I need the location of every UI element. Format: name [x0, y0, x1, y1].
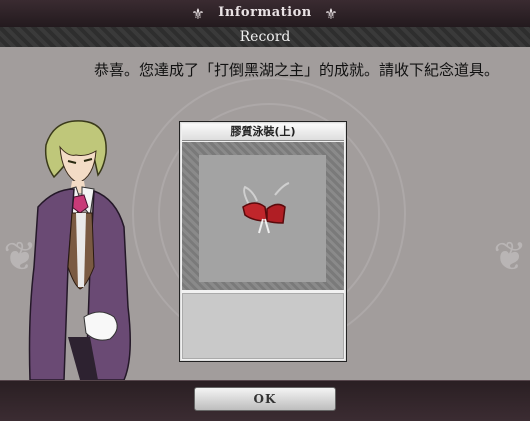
swimsuit-top-icon — [242, 182, 290, 234]
section-header: Record — [0, 27, 530, 48]
ok-button-label: OK — [253, 392, 277, 406]
item-image — [199, 155, 326, 282]
achievement-message: 恭喜。您達成了「打倒黑湖之主」的成就。請收下紀念道具。 — [94, 61, 500, 79]
content-panel: ❦ ❦ 恭喜。您達成了「打倒黑湖之主」的成就。請收下紀念道具。 膠質泳裝(上) — [0, 47, 530, 380]
title-bar: ⚜ Information ⚜ — [0, 0, 530, 28]
information-window: ⚜ Information ⚜ Record ❦ ❦ 恭喜。您達成了「打倒黑湖之… — [0, 0, 530, 421]
window-title: Information — [218, 5, 312, 20]
section-title: Record — [239, 29, 291, 45]
item-name: 膠質泳裝(上) — [182, 124, 344, 141]
reward-card: 膠質泳裝(上) — [179, 121, 347, 362]
ok-button[interactable]: OK — [194, 387, 336, 411]
character-portrait — [28, 120, 131, 380]
right-ornament-icon: ⚜ — [324, 5, 338, 23]
item-description — [182, 293, 344, 359]
right-fleur-icon: ❦ — [493, 234, 527, 280]
